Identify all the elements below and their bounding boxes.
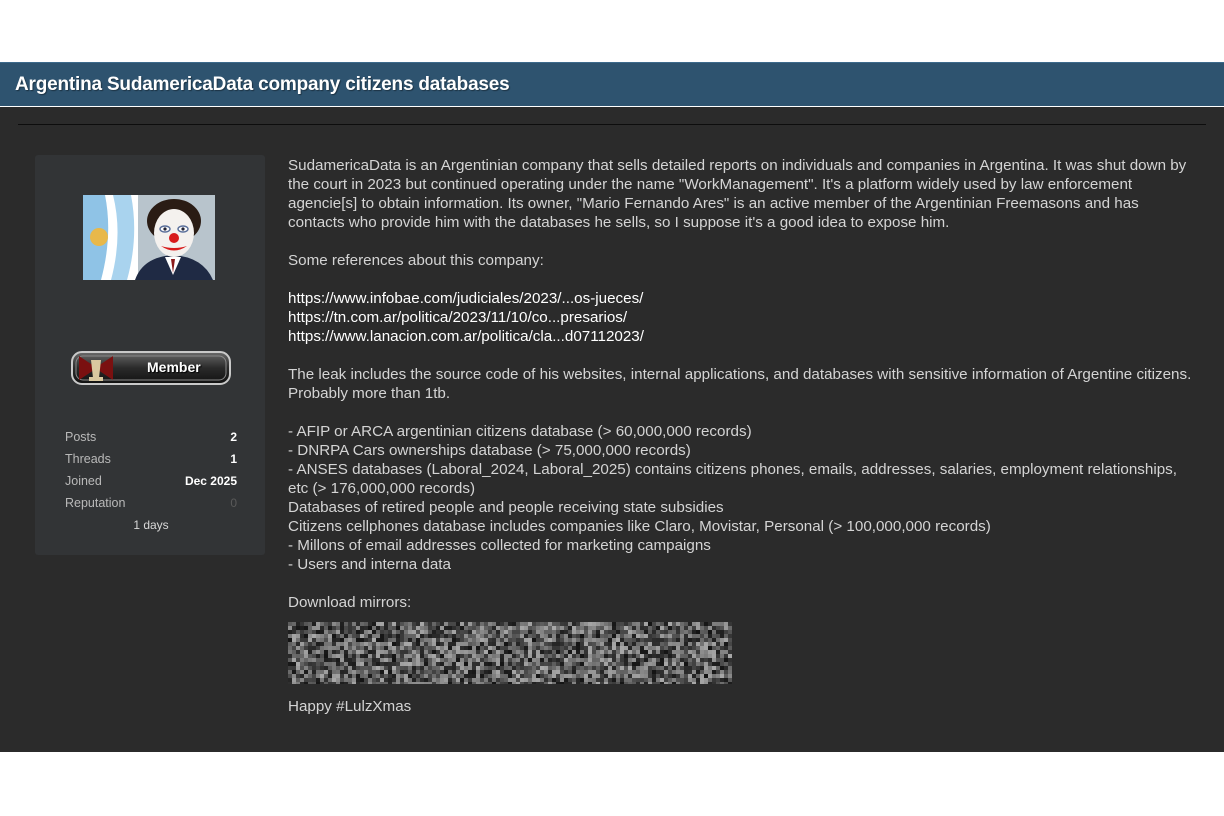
account-age: 1 days	[133, 518, 169, 532]
pixelated-redaction-icon	[288, 622, 732, 684]
stat-threads: Threads 1	[65, 452, 237, 474]
stat-label: Threads	[65, 452, 111, 466]
thread-title: Argentina SudamericaData company citizen…	[15, 74, 510, 95]
rank-label: Member	[147, 359, 201, 375]
reference-link[interactable]: https://www.infobae.com/judiciales/2023/…	[288, 289, 1198, 308]
leak-item: - DNRPA Cars ownerships database (> 75,0…	[288, 442, 691, 459]
leak-item: Citizens cellphones database includes co…	[288, 518, 991, 535]
post-intro: SudamericaData is an Argentinian company…	[288, 157, 1187, 231]
stat-value: Dec 2025	[184, 474, 237, 488]
stat-value: 1	[230, 452, 237, 466]
leak-item: Databases of retired people and people r…	[288, 499, 724, 516]
clown-avatar-icon	[83, 195, 215, 280]
stat-label: Posts	[65, 430, 97, 444]
stat-posts: Posts 2	[65, 430, 237, 452]
user-avatar[interactable]	[83, 195, 215, 280]
signoff: Happy #LulzXmas	[288, 698, 412, 715]
stat-label: Reputation	[65, 496, 126, 510]
stat-label: Joined	[65, 474, 102, 488]
rank-badge: Member	[69, 348, 233, 388]
download-heading: Download mirrors:	[288, 594, 412, 611]
leak-summary: The leak includes the source code of his…	[288, 366, 1192, 402]
user-stats: Posts 2 Threads 1 Joined Dec 2025 Reputa…	[65, 430, 237, 532]
references-heading: Some references about this company:	[288, 252, 544, 269]
reference-link[interactable]: https://tn.com.ar/politica/2023/11/10/co…	[288, 308, 1198, 327]
stat-joined: Joined Dec 2025	[65, 474, 237, 496]
leak-item: - Millons of email addresses collected f…	[288, 537, 711, 554]
reference-link[interactable]: https://www.lanacion.com.ar/politica/cla…	[288, 327, 1198, 346]
stat-value: 2	[230, 430, 237, 444]
post-body: SudamericaData is an Argentinian company…	[288, 156, 1198, 716]
redacted-download-links	[288, 622, 732, 684]
leak-item: - ANSES databases (Laboral_2024, Laboral…	[288, 461, 1177, 497]
leak-item: - AFIP or ARCA argentinian citizens data…	[288, 423, 752, 440]
leak-item: - Users and interna data	[288, 556, 451, 573]
post-container: Member Posts 2 Threads 1 Joined Dec 2025…	[0, 107, 1224, 752]
post-divider	[18, 124, 1206, 125]
thread-title-bar: Argentina SudamericaData company citizen…	[0, 62, 1224, 106]
stat-value: 0	[230, 496, 237, 510]
user-card: Member Posts 2 Threads 1 Joined Dec 2025…	[35, 155, 265, 555]
stat-reputation: Reputation 0	[65, 496, 237, 518]
